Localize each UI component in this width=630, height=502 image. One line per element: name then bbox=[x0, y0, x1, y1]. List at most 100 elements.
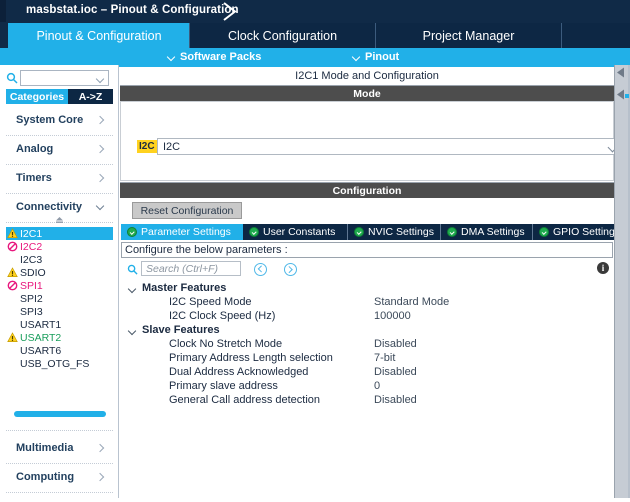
main-tab-strip: Pinout & Configuration Clock Configurati… bbox=[0, 22, 630, 48]
parameter-group-master-features[interactable]: Master Features bbox=[121, 282, 613, 296]
parameter-row[interactable]: I2C Clock Speed (Hz) 100000 bbox=[121, 310, 613, 324]
chevron-right-icon bbox=[96, 444, 105, 453]
parameter-search-input[interactable]: Search (Ctrl+F) bbox=[141, 261, 241, 276]
scroll-up-icon[interactable] bbox=[54, 217, 65, 225]
peripheral-label: SPI3 bbox=[20, 305, 43, 318]
peripheral-spi3[interactable]: SPI3 bbox=[6, 305, 113, 318]
pinout-menu[interactable]: Pinout bbox=[353, 49, 399, 64]
category-view-toggle: Categories A->Z bbox=[6, 89, 113, 104]
parameter-value: Disabled bbox=[374, 338, 417, 350]
parameter-value: 100000 bbox=[374, 310, 411, 322]
peripheral-label: SPI2 bbox=[20, 292, 43, 305]
search-previous-button[interactable] bbox=[254, 263, 267, 276]
peripheral-usart2[interactable]: USART2 bbox=[6, 331, 113, 344]
tab-user-constants[interactable]: User Constants bbox=[243, 224, 348, 240]
peripheral-label: USB_OTG_FS bbox=[20, 357, 90, 370]
stm32cubemx-window: masbstat.ioc – Pinout & Configuration Pi… bbox=[0, 0, 630, 502]
tab-label: Pinout & Configuration bbox=[36, 28, 162, 43]
peripheral-spi1[interactable]: SPI1 bbox=[6, 279, 113, 292]
category-search-input[interactable] bbox=[20, 70, 109, 86]
title-accent bbox=[0, 0, 6, 22]
parameter-row[interactable]: General Call address detection Disabled bbox=[121, 394, 613, 408]
peripheral-list-container: I2C1 I2C2 I2C3 SDIO SPI1 SPI2 SPI3 USART… bbox=[6, 215, 113, 431]
parameter-search-placeholder: Search (Ctrl+F) bbox=[146, 263, 219, 275]
peripheral-sdio[interactable]: SDIO bbox=[6, 266, 113, 279]
mode-box: I2C I2C bbox=[120, 101, 627, 181]
category-multimedia[interactable]: Multimedia bbox=[6, 435, 113, 464]
parameter-name: I2C Clock Speed (Hz) bbox=[169, 310, 276, 322]
parameter-group-slave-features[interactable]: Slave Features bbox=[121, 324, 613, 338]
chevron-right-icon bbox=[223, 2, 237, 21]
mode-select[interactable]: I2C bbox=[157, 138, 627, 155]
tab-nvic-settings[interactable]: NVIC Settings bbox=[348, 224, 441, 240]
tab-pinout-configuration[interactable]: Pinout & Configuration bbox=[8, 23, 190, 48]
tab-empty[interactable] bbox=[561, 23, 630, 48]
parameter-name: Primary Address Length selection bbox=[169, 352, 333, 364]
category-analog[interactable]: Analog bbox=[6, 136, 113, 165]
warning-icon bbox=[7, 267, 18, 277]
forbidden-icon bbox=[7, 280, 18, 291]
parameter-name: Clock No Stretch Mode bbox=[169, 338, 283, 350]
window-title: masbstat.ioc – Pinout & Configuration bbox=[26, 4, 239, 16]
check-circle-icon bbox=[127, 227, 137, 237]
title-bar: masbstat.ioc – Pinout & Configuration bbox=[0, 0, 630, 22]
peripheral-i2c2[interactable]: I2C2 bbox=[6, 240, 113, 253]
category-label: Analog bbox=[16, 143, 54, 155]
category-computing[interactable]: Computing bbox=[6, 464, 113, 493]
tab-project-manager[interactable]: Project Manager bbox=[375, 23, 562, 48]
segment-a-to-z[interactable]: A->Z bbox=[68, 89, 113, 104]
chevron-down-icon bbox=[96, 203, 105, 212]
info-icon[interactable]: i bbox=[597, 262, 609, 274]
chevron-right-icon bbox=[96, 145, 105, 154]
parameter-value: Disabled bbox=[374, 366, 417, 378]
peripheral-spi2[interactable]: SPI2 bbox=[6, 292, 113, 305]
peripheral-horizontal-scrollbar[interactable] bbox=[14, 411, 106, 417]
sub-toolbar: Software Packs Pinout bbox=[0, 48, 630, 65]
collapse-left-icon[interactable] bbox=[616, 67, 626, 78]
parameter-row[interactable]: I2C Speed Mode Standard Mode bbox=[121, 296, 613, 310]
category-search-row bbox=[6, 70, 111, 87]
parameter-name: I2C Speed Mode bbox=[169, 296, 252, 308]
category-list-bottom: Multimedia Computing Middleware bbox=[6, 435, 113, 502]
parameter-row[interactable]: Primary Address Length selection 7-bit bbox=[121, 352, 613, 366]
peripheral-usart6[interactable]: USART6 bbox=[6, 344, 113, 357]
mode-selected-value: I2C bbox=[163, 141, 181, 153]
warning-icon bbox=[7, 332, 18, 342]
configure-hint-bar: Configure the below parameters : bbox=[121, 242, 613, 258]
categories-panel: Categories A->Z System Core Analog Timer… bbox=[0, 65, 119, 502]
parameter-value: 0 bbox=[374, 380, 381, 392]
parameter-row[interactable]: Clock No Stretch Mode Disabled bbox=[121, 338, 613, 352]
peripheral-usart1[interactable]: USART1 bbox=[6, 318, 113, 331]
category-system-core[interactable]: System Core bbox=[6, 107, 113, 136]
parameter-name: Primary slave address bbox=[169, 380, 278, 392]
parameter-value: Standard Mode bbox=[374, 296, 450, 308]
peripheral-i2c1[interactable]: I2C1 bbox=[6, 227, 113, 240]
tab-clock-configuration[interactable]: Clock Configuration bbox=[189, 23, 376, 48]
tab-label: Clock Configuration bbox=[227, 28, 338, 43]
right-edge-inner bbox=[615, 65, 628, 502]
peripheral-label: USART2 bbox=[20, 331, 62, 344]
check-circle-icon bbox=[539, 227, 549, 237]
config-tab-label: GPIO Settings bbox=[553, 226, 621, 238]
tab-dma-settings[interactable]: DMA Settings bbox=[441, 224, 533, 240]
peripheral-i2c3[interactable]: I2C3 bbox=[6, 253, 113, 266]
tab-gpio-settings[interactable]: GPIO Settings bbox=[533, 224, 625, 240]
search-next-button[interactable] bbox=[284, 263, 297, 276]
search-icon bbox=[127, 264, 138, 275]
peripheral-label: SDIO bbox=[20, 266, 46, 279]
category-timers[interactable]: Timers bbox=[6, 165, 113, 194]
segment-categories[interactable]: Categories bbox=[6, 89, 68, 104]
forbidden-icon bbox=[7, 241, 18, 252]
peripheral-label: SPI1 bbox=[20, 279, 43, 292]
category-label: Computing bbox=[16, 471, 75, 483]
peripheral-usb-otg-fs[interactable]: USB_OTG_FS bbox=[6, 357, 113, 370]
tab-label: Project Manager bbox=[422, 28, 515, 43]
parameter-row[interactable]: Primary slave address 0 bbox=[121, 380, 613, 394]
group-label: Slave Features bbox=[142, 324, 220, 336]
tab-parameter-settings[interactable]: Parameter Settings bbox=[121, 224, 243, 240]
reset-configuration-button[interactable]: Reset Configuration bbox=[132, 202, 242, 219]
software-packs-menu[interactable]: Software Packs bbox=[168, 49, 261, 64]
warning-icon bbox=[7, 228, 18, 238]
chevron-down-icon bbox=[129, 286, 137, 294]
parameter-row[interactable]: Dual Address Acknowledged Disabled bbox=[121, 366, 613, 380]
